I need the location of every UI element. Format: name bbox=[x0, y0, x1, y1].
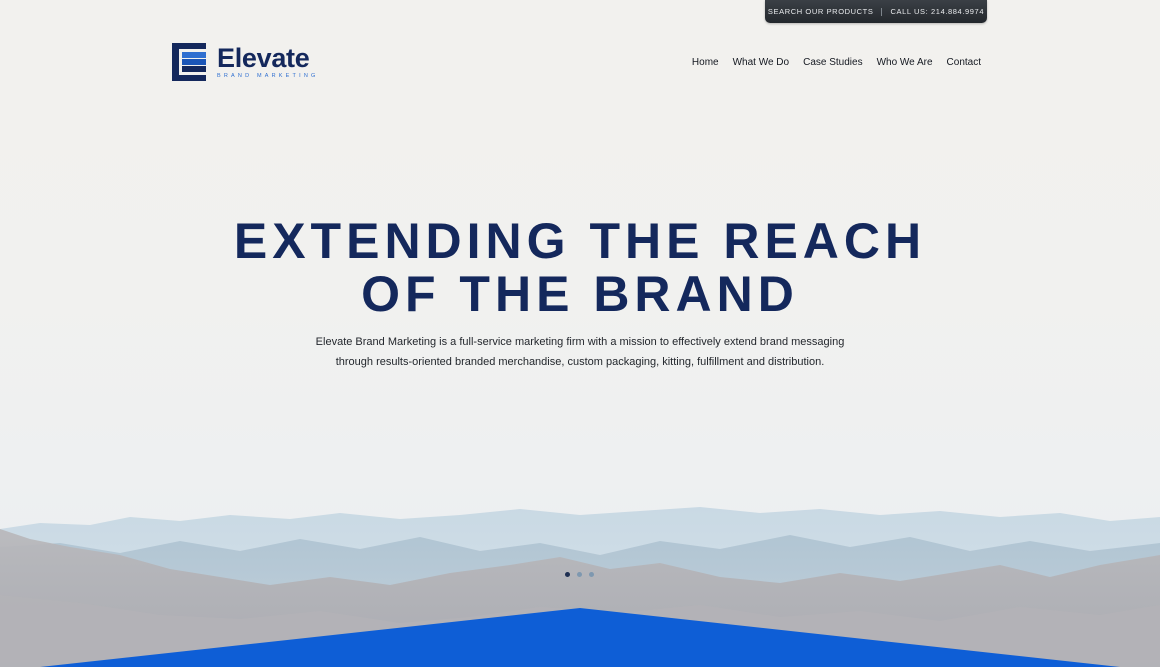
slider-dot-3[interactable] bbox=[589, 572, 594, 577]
slider-dots bbox=[565, 572, 594, 577]
search-products-link[interactable]: SEARCH OUR PRODUCTS bbox=[768, 7, 874, 16]
main-nav: Home What We Do Case Studies Who We Are … bbox=[692, 57, 981, 68]
hero-description: Elevate Brand Marketing is a full-servic… bbox=[315, 336, 845, 368]
nav-item-contact[interactable]: Contact bbox=[947, 57, 981, 68]
call-us-link[interactable]: CALL US: 214.884.9974 bbox=[890, 7, 984, 16]
nav-item-what-we-do[interactable]: What We Do bbox=[733, 57, 790, 68]
hero-title: EXTENDING THE REACH OF THE BRAND bbox=[0, 215, 1160, 321]
page: SEARCH OUR PRODUCTS CALL US: 214.884.997… bbox=[0, 0, 1160, 667]
hero-title-line-2: OF THE BRAND bbox=[361, 266, 799, 322]
utility-divider bbox=[881, 7, 883, 16]
logo-tagline: BRAND MARKETING bbox=[217, 72, 319, 79]
mountain-background-image bbox=[0, 507, 1160, 667]
slider-dot-1[interactable] bbox=[565, 572, 570, 577]
nav-item-home[interactable]: Home bbox=[692, 57, 719, 68]
logo[interactable]: Elevate BRAND MARKETING bbox=[172, 43, 318, 81]
nav-item-case-studies[interactable]: Case Studies bbox=[803, 57, 862, 68]
logo-name: Elevate bbox=[217, 42, 310, 73]
elevate-e-icon bbox=[172, 43, 206, 81]
hero-title-line-1: EXTENDING THE REACH bbox=[233, 213, 927, 269]
logo-text: Elevate BRAND MARKETING bbox=[217, 42, 319, 80]
nav-item-who-we-are[interactable]: Who We Are bbox=[877, 57, 933, 68]
slider-dot-2[interactable] bbox=[577, 572, 582, 577]
utility-bar: SEARCH OUR PRODUCTS CALL US: 214.884.997… bbox=[765, 0, 987, 23]
